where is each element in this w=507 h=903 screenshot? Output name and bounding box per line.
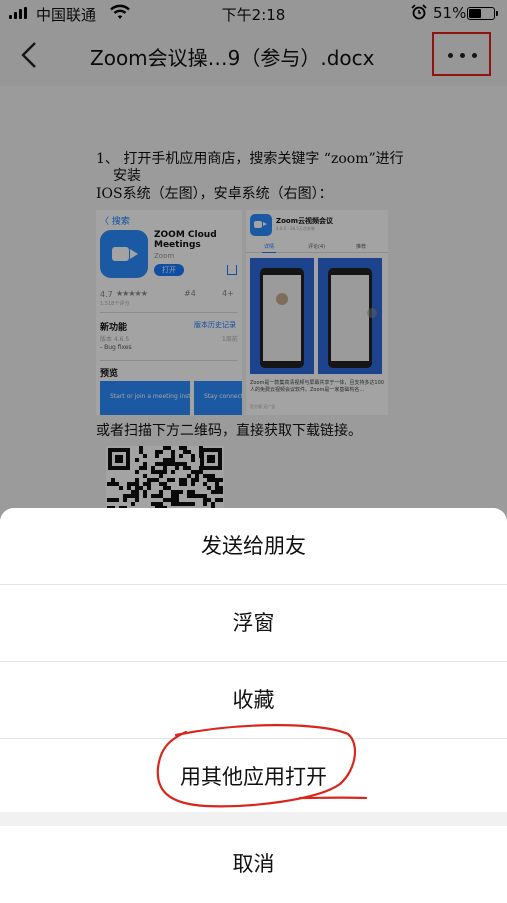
open-with-other-app-option[interactable]: 用其他应用打开 [0, 739, 507, 815]
floating-window-option[interactable]: 浮窗 [0, 585, 507, 661]
cancel-button[interactable]: 取消 [0, 826, 507, 903]
sheet-gap [0, 812, 507, 826]
action-sheet: 发送给朋友 浮窗 收藏 用其他应用打开 取消 [0, 508, 507, 903]
send-to-friend-option[interactable]: 发送给朋友 [0, 508, 507, 584]
favorite-option[interactable]: 收藏 [0, 662, 507, 738]
